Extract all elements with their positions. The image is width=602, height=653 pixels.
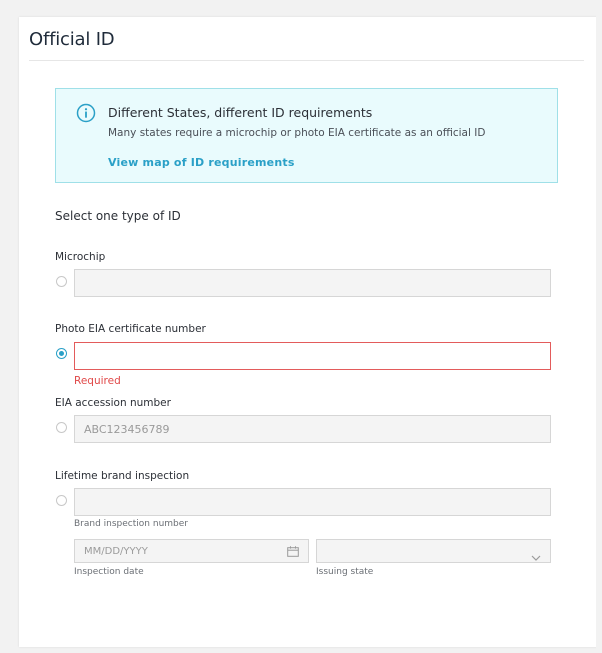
inspection-date-placeholder: MM/DD/YYYY (84, 545, 148, 557)
inspection-date-input[interactable]: MM/DD/YYYY (74, 539, 309, 563)
card-title: Official ID (29, 29, 115, 50)
microchip-radio[interactable] (56, 276, 67, 287)
brand-inspection-radio[interactable] (56, 495, 67, 506)
eia-accession-radio[interactable] (56, 422, 67, 433)
microchip-input[interactable] (74, 269, 551, 297)
title-divider (29, 60, 584, 61)
info-banner: Different States, different ID requireme… (55, 88, 558, 183)
issuing-state-helper: Issuing state (316, 567, 374, 577)
scrollbar[interactable] (596, 0, 602, 653)
photo-eia-label: Photo EIA certificate number (55, 323, 206, 335)
required-error: Required (74, 375, 121, 387)
photo-eia-radio[interactable] (56, 348, 67, 359)
official-id-card: Official ID Different States, different … (19, 17, 602, 647)
brand-inspection-label: Lifetime brand inspection (55, 470, 190, 482)
inspection-date-helper: Inspection date (74, 567, 144, 577)
section-label: Select one type of ID (55, 209, 181, 223)
info-icon (76, 103, 96, 123)
eia-accession-placeholder: ABC123456789 (84, 422, 170, 436)
issuing-state-select[interactable] (316, 539, 551, 563)
photo-eia-input[interactable] (74, 342, 551, 370)
chevron-down-icon (531, 547, 541, 561)
calendar-icon[interactable] (287, 546, 299, 557)
view-id-map-link[interactable]: View map of ID requirements (108, 156, 295, 169)
brand-inspection-number-helper: Brand inspection number (74, 519, 188, 529)
info-title: Different States, different ID requireme… (108, 105, 373, 120)
info-subtitle: Many states require a microchip or photo… (108, 127, 486, 139)
brand-inspection-number-input[interactable] (74, 488, 551, 516)
eia-accession-input[interactable]: ABC123456789 (74, 415, 551, 443)
eia-accession-label: EIA accession number (55, 397, 171, 409)
microchip-label: Microchip (55, 251, 106, 263)
